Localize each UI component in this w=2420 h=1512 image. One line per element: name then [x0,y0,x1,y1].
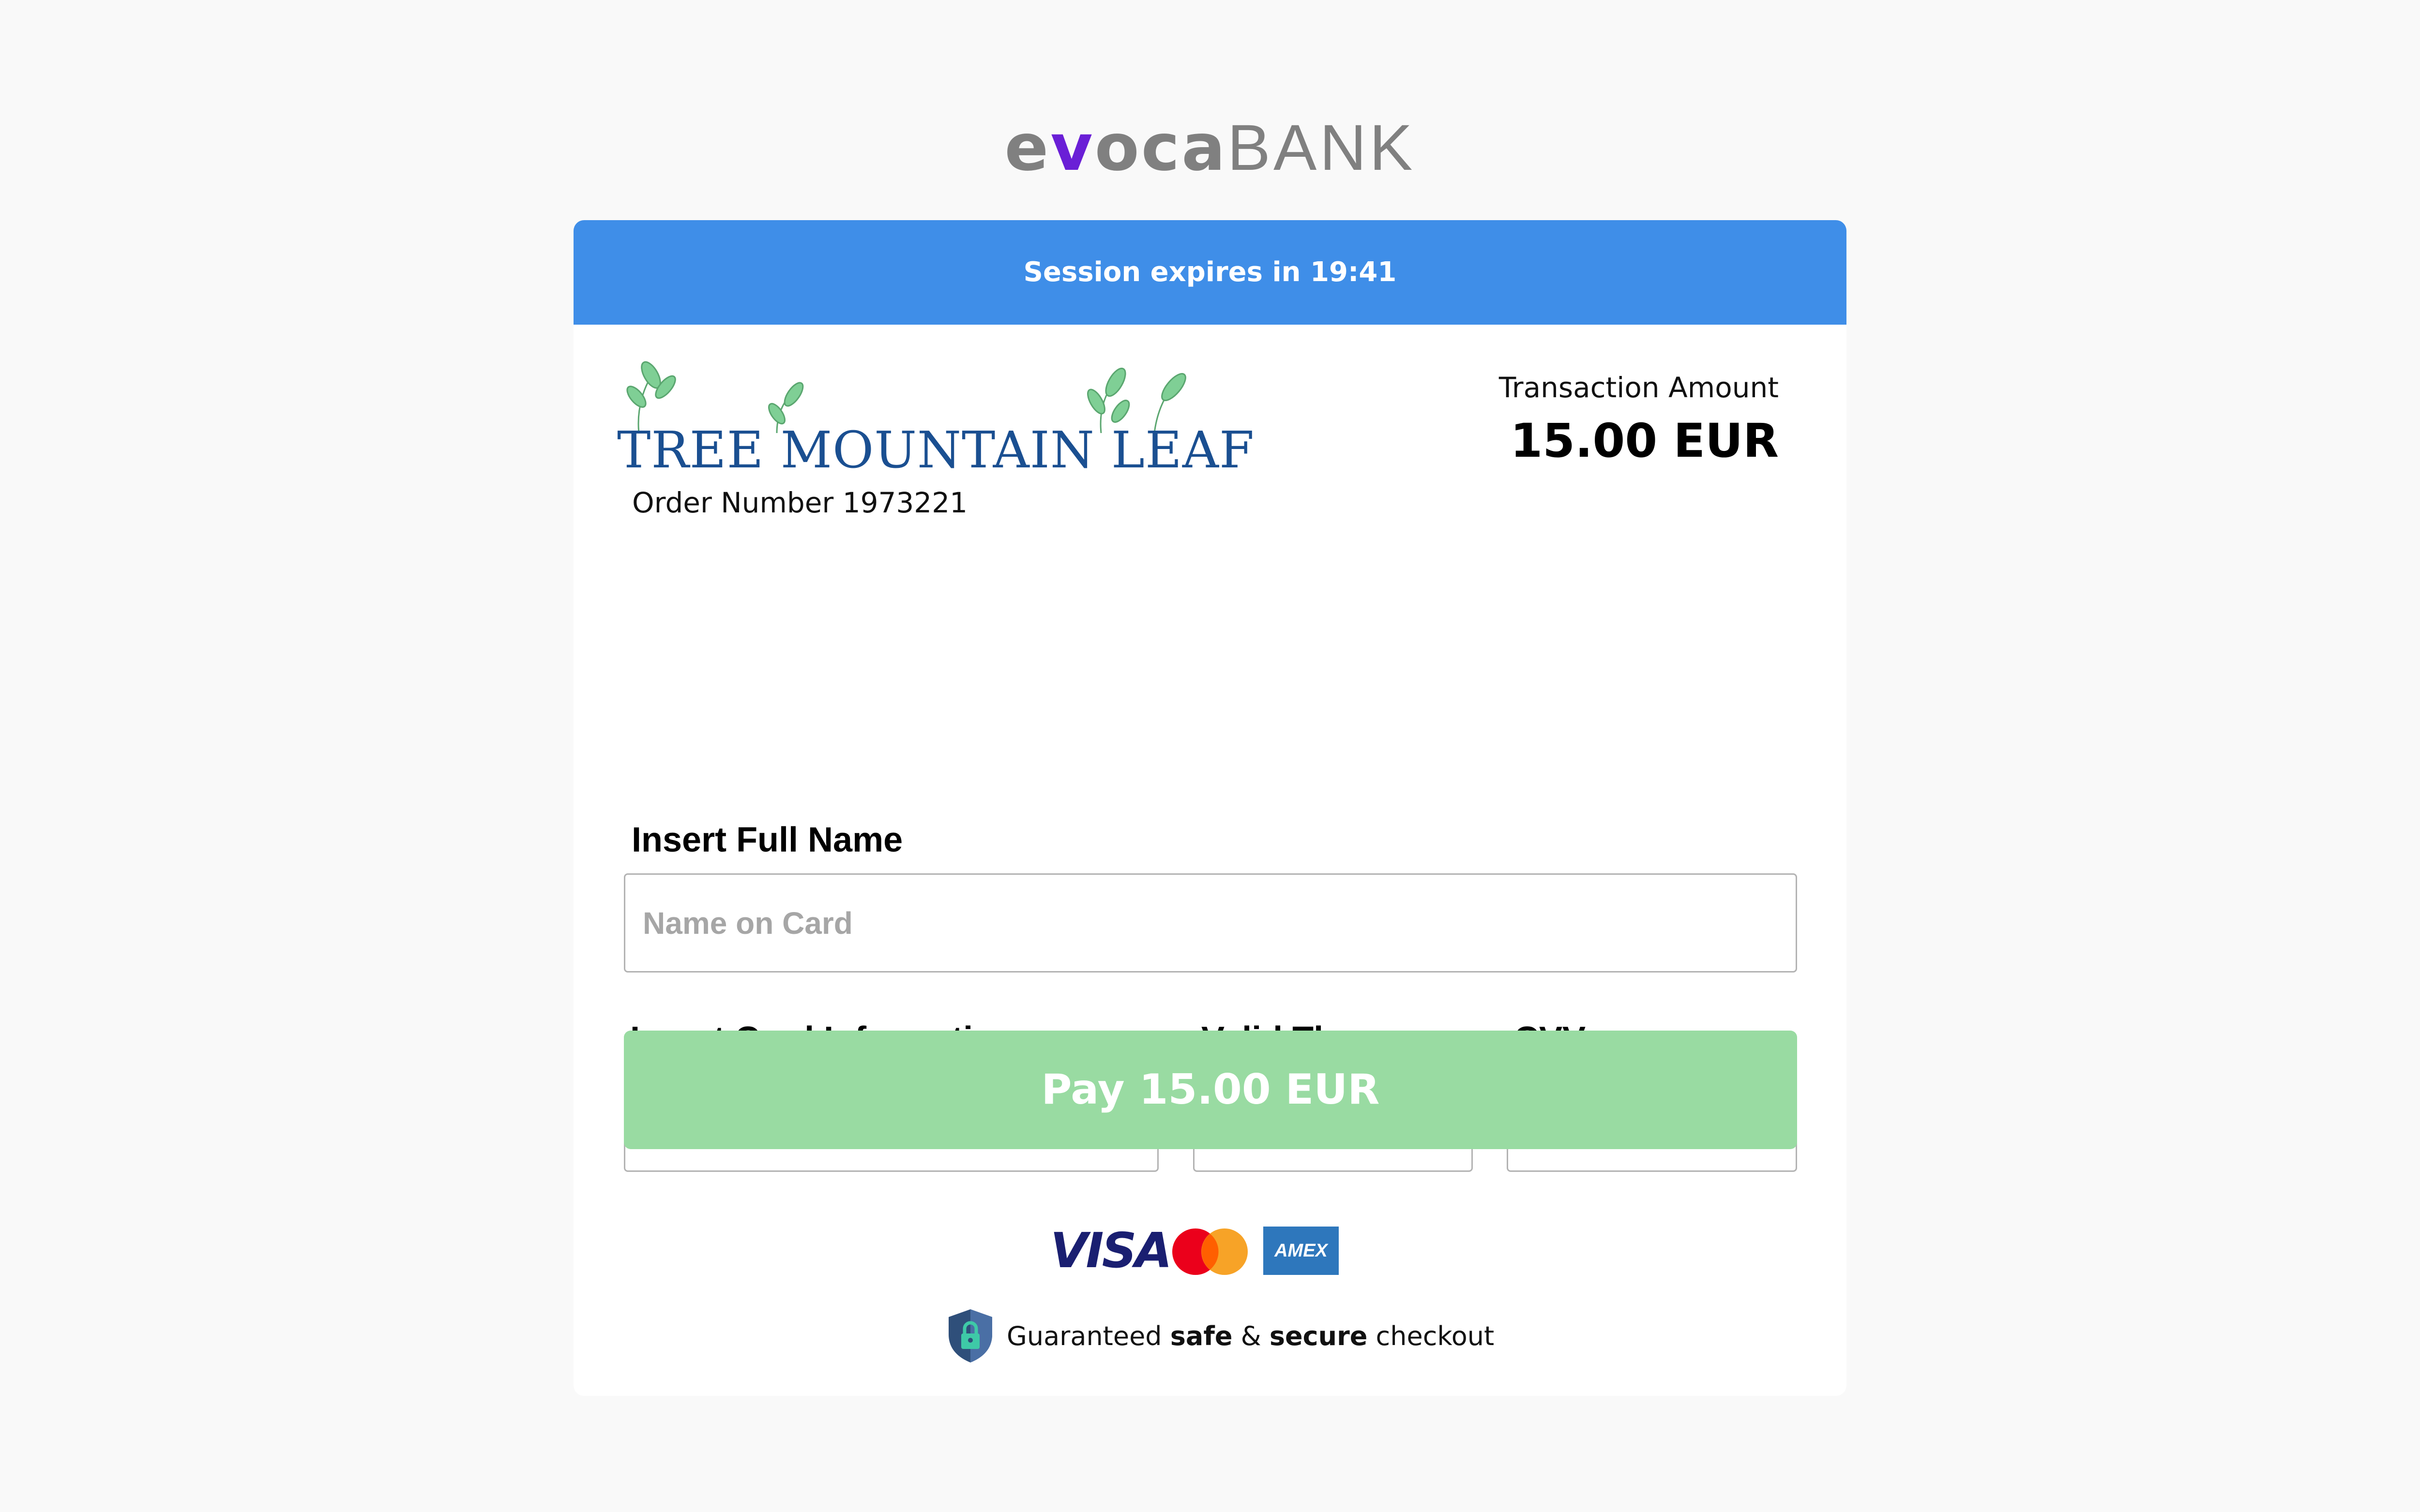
logo-letters-oca: oca [1094,110,1227,185]
bank-logo: evocaBANK [0,112,2420,184]
payment-card: Session expires in 19:41 TREE MOUNTAIN L… [574,220,1846,1396]
transaction-amount-label: Transaction Amount [1498,371,1779,404]
mastercard-icon [1172,1228,1248,1275]
merchant-logo: TREE MOUNTAIN LEAF [617,341,1254,477]
secure-ampersand: & [1232,1321,1270,1351]
pay-button[interactable]: Pay 15.00 EUR [624,1031,1797,1149]
secure-secure-word: secure [1269,1321,1368,1351]
merchant-name: TREE MOUNTAIN LEAF [617,420,1255,479]
secure-checkout-notice: Guaranteed safe & secure checkout [944,1306,1573,1369]
logo-letter-e: e [1004,110,1051,185]
name-on-card-input[interactable] [624,873,1797,973]
bank-logo-bank: BANK [1227,112,1416,184]
shield-lock-icon [949,1309,992,1362]
secure-suffix: checkout [1367,1321,1495,1351]
full-name-label: Insert Full Name [632,821,903,859]
session-timer-banner: Session expires in 19:41 [574,220,1846,325]
secure-prefix: Guaranteed [1007,1321,1170,1351]
bank-logo-evoca: evoca [1004,110,1227,185]
logo-letter-v: v [1050,110,1095,185]
transaction-amount-value: 15.00 EUR [1510,414,1779,468]
order-number: Order Number 1973221 [632,486,968,519]
payment-brands: VISA AMEX [1050,1212,1370,1289]
secure-safe-word: safe [1170,1321,1233,1351]
secure-checkout-text: Guaranteed safe & secure checkout [1007,1321,1494,1351]
amex-logo: AMEX [1263,1227,1339,1275]
visa-logo: VISA [1050,1222,1172,1279]
